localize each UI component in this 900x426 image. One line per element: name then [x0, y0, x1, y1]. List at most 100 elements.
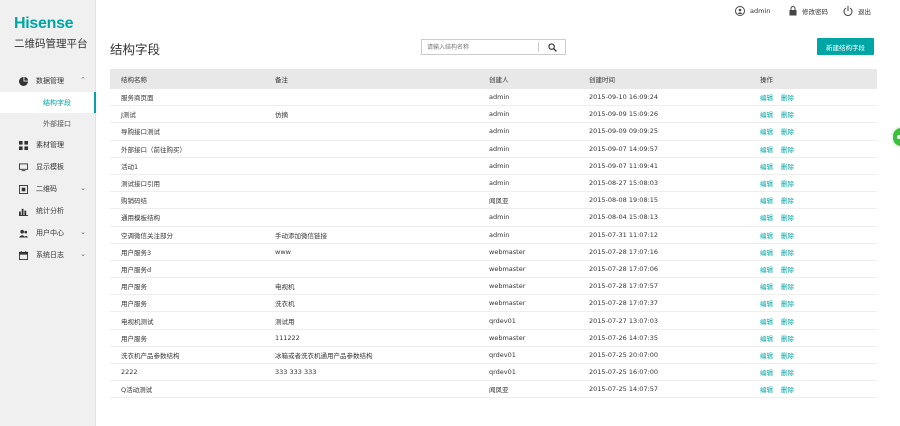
sidebar-item-label: 显示模板	[36, 163, 64, 171]
sidebar-item-data-management[interactable]: 数据管理 ⌃	[0, 70, 96, 92]
row-actions: 编辑 删除	[760, 367, 802, 377]
column-header-creator: 创建人	[489, 76, 509, 84]
edit-link[interactable]: 编辑	[760, 266, 773, 274]
cell-name: 用户服务	[121, 283, 147, 292]
delete-link[interactable]: 删除	[781, 197, 794, 205]
edit-link[interactable]: 编辑	[760, 232, 773, 240]
edit-link[interactable]: 编辑	[760, 146, 773, 154]
delete-link[interactable]: 删除	[781, 249, 794, 257]
row-actions: 编辑 删除	[760, 384, 802, 394]
sidebar-item-system-log[interactable]: 系统日志 ⌄	[0, 244, 96, 266]
cell-name: 购销码结	[121, 197, 147, 206]
edit-link[interactable]: 编辑	[760, 214, 773, 222]
column-header-name: 结构名称	[121, 76, 147, 84]
change-password-link[interactable]: 修改密码	[789, 6, 828, 16]
cell-note: 333 333 333	[275, 368, 317, 377]
table-row: J测试 仿摘 admin 2015-09-09 15:09:26 编辑 删除	[110, 106, 877, 124]
row-actions: 编辑 删除	[760, 247, 802, 257]
search-box	[421, 39, 566, 55]
table-row: 活动1 admin 2015-09-07 11:09:41 编辑 删除	[110, 158, 877, 175]
sidebar-item-statistics[interactable]: 统计分析	[0, 200, 96, 222]
row-actions: 编辑 删除	[760, 298, 802, 308]
cell-time: 2015-09-07 14:09:57	[589, 144, 659, 153]
cell-note: 电视机	[275, 283, 295, 292]
edit-link[interactable]: 编辑	[760, 300, 773, 308]
top-bar: admin 修改密码 退出	[96, 0, 900, 24]
cell-name: 导购接口测试	[121, 128, 160, 137]
cell-name: J测试	[121, 111, 136, 120]
edit-link[interactable]: 编辑	[760, 128, 773, 136]
sidebar-item-display-template[interactable]: 显示模板	[0, 156, 96, 178]
row-actions: 编辑 删除	[760, 281, 802, 291]
sidebar-item-material-management[interactable]: 素材管理	[0, 134, 96, 156]
cell-name: 电视机测试	[121, 317, 154, 326]
cell-note: 111222	[275, 333, 300, 342]
edit-link[interactable]: 编辑	[760, 335, 773, 343]
sidebar-item-label: 系统日志	[36, 251, 64, 259]
sidebar-item-label: 用户中心	[36, 229, 64, 237]
edit-link[interactable]: 编辑	[760, 249, 773, 257]
column-header-actions: 操作	[760, 76, 773, 84]
edit-link[interactable]: 编辑	[760, 386, 773, 394]
logout-link[interactable]: 退出	[843, 6, 871, 16]
edit-link[interactable]: 编辑	[760, 369, 773, 377]
cell-creator: webmaster	[489, 247, 526, 256]
row-actions: 编辑 删除	[760, 333, 802, 343]
cell-creator: webmaster	[489, 282, 526, 291]
table-header: 结构名称 备注 创建人 创建时间 操作	[110, 69, 877, 89]
delete-link[interactable]: 删除	[781, 146, 794, 154]
table-row: 2222 333 333 333 qrdev01 2015-07-25 16:07:0…	[110, 364, 877, 382]
delete-link[interactable]: 删除	[781, 352, 794, 360]
cell-note: 洗衣机	[275, 300, 295, 309]
edit-link[interactable]: 编辑	[760, 94, 773, 102]
chevron-down-icon: ⌄	[80, 250, 86, 258]
delete-link[interactable]: 删除	[781, 180, 794, 188]
brand-subtitle: 二维码管理平台	[14, 38, 88, 50]
floating-chat-button[interactable]	[891, 126, 900, 148]
delete-link[interactable]: 删除	[781, 214, 794, 222]
edit-link[interactable]: 编辑	[760, 111, 773, 119]
delete-link[interactable]: 删除	[781, 283, 794, 291]
row-actions: 编辑 删除	[760, 144, 802, 154]
cell-name: Q活动测试	[121, 386, 153, 395]
edit-link[interactable]: 编辑	[760, 318, 773, 326]
delete-link[interactable]: 删除	[781, 335, 794, 343]
edit-link[interactable]: 编辑	[760, 352, 773, 360]
edit-link[interactable]: 编辑	[760, 180, 773, 188]
cell-creator: admin	[489, 179, 510, 188]
delete-link[interactable]: 删除	[781, 266, 794, 274]
cell-creator: qrdev01	[489, 368, 516, 377]
delete-link[interactable]: 删除	[781, 318, 794, 326]
delete-link[interactable]: 删除	[781, 232, 794, 240]
delete-link[interactable]: 删除	[781, 94, 794, 102]
sidebar-item-user-center[interactable]: 用户中心 ⌄	[0, 222, 96, 244]
new-structure-field-button[interactable]: 新建结构字段	[817, 38, 874, 55]
delete-link[interactable]: 删除	[781, 163, 794, 171]
delete-link[interactable]: 删除	[781, 386, 794, 394]
user-menu[interactable]: admin	[735, 6, 770, 16]
cell-name: 用户服务	[121, 300, 147, 309]
column-header-time: 创建时间	[589, 76, 615, 84]
table-row: 购销码结 闻凤亚 2015-08-08 19:08:15 编辑 删除	[110, 192, 877, 210]
cell-name: 空调微信关注部分	[121, 231, 173, 240]
search-input[interactable]	[422, 40, 539, 54]
cell-time: 2015-07-25 20:07:00	[589, 350, 659, 359]
delete-link[interactable]: 删除	[781, 128, 794, 136]
delete-link[interactable]: 删除	[781, 300, 794, 308]
table-body: 服务商页面 admin 2015-09-10 16:09:24 编辑 删除 J测试 仿摘 ad…	[110, 89, 877, 399]
sidebar-item-label: 二维码	[36, 185, 57, 193]
delete-link[interactable]: 删除	[781, 111, 794, 119]
sidebar-nav: 数据管理 ⌃ 结构字段 外部接口 素材管理 显示模板 二维码 ⌄ 统计分析 用户…	[0, 70, 96, 266]
search-button[interactable]	[539, 40, 565, 54]
monitor-icon	[19, 162, 28, 172]
chevron-down-icon: ⌄	[80, 184, 86, 192]
sidebar-subitem-structure-fields[interactable]: 结构字段	[0, 92, 96, 113]
edit-link[interactable]: 编辑	[760, 197, 773, 205]
delete-link[interactable]: 删除	[781, 369, 794, 377]
edit-link[interactable]: 编辑	[760, 163, 773, 171]
sidebar-subitem-external-api[interactable]: 外部接口	[0, 113, 96, 134]
sidebar-item-label: 数据管理	[36, 77, 64, 85]
sidebar-item-qrcode[interactable]: 二维码 ⌄	[0, 178, 96, 200]
cell-note: 仿摘	[275, 111, 288, 120]
edit-link[interactable]: 编辑	[760, 283, 773, 291]
